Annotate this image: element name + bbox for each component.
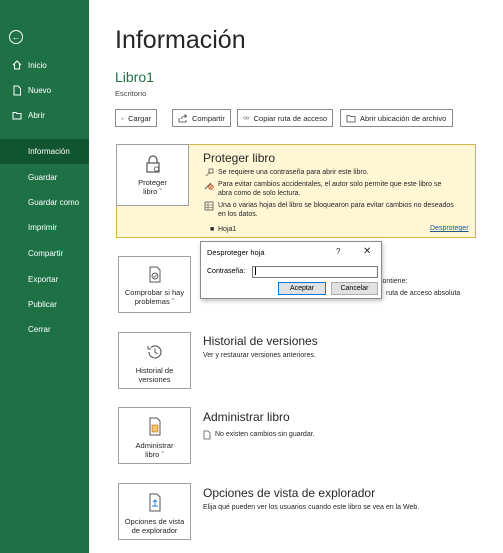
protect-line-text: Una o varias hojas del libro se bloquear… [218, 202, 454, 209]
sidebar-item-guardar[interactable]: Guardar [28, 173, 57, 182]
folder-open-icon [10, 111, 24, 120]
manage-description: No existen cambios sin guardar. [203, 430, 315, 440]
new-document-icon [10, 85, 24, 96]
protected-sheet-item: ■ Hoja1 [210, 225, 237, 234]
browser-view-icon [149, 493, 160, 512]
key-icon [204, 168, 214, 180]
backstage-sidebar: ← Inicio Nuevo Abrir Información Guardar… [0, 0, 89, 553]
browser-heading: Opciones de vista de explorador [203, 486, 376, 500]
unprotect-link[interactable]: Desproteger [430, 225, 469, 232]
version-history-button[interactable]: Historial de versiones [118, 332, 191, 389]
inspect-document-icon [149, 266, 160, 283]
accept-button[interactable]: Aceptar [278, 282, 326, 295]
protect-line-text: abra como de solo lectura. [218, 190, 301, 197]
page-title: Información [115, 26, 246, 54]
text-cursor [255, 267, 256, 275]
chevron-down-icon: ˇ [169, 297, 175, 306]
protect-line-password: Se requiere una contraseña para abrir es… [205, 168, 369, 177]
manage-heading: Administrar libro [203, 410, 290, 424]
cancel-button[interactable]: Cancelar [331, 282, 378, 295]
password-label: Contraseña: [207, 268, 246, 275]
tile-label-line: Administrar [135, 441, 174, 450]
manage-document-icon [149, 417, 160, 436]
protect-line-readonly: Para evitar cambios accidentales, el aut… [204, 180, 442, 198]
tile-label-line: Historial de [135, 366, 174, 375]
inspect-partial-text: ruta de acceso absoluta [386, 290, 461, 297]
sidebar-item-imprimir[interactable]: Imprimir [28, 223, 57, 232]
sidebar-item-cerrar[interactable]: Cerrar [28, 325, 51, 334]
upload-button-label: Cargar [128, 113, 151, 123]
sidebar-item-exportar[interactable]: Exportar [28, 275, 58, 284]
pencil-forbidden-icon [204, 180, 214, 193]
close-icon[interactable]: ✕ [363, 246, 371, 257]
protect-line-sheets: Una o varias hojas del libro se bloquear… [204, 201, 454, 219]
tile-label-line: Opciones de vista [124, 517, 185, 526]
versions-description: Ver y restaurar versiones anteriores. [203, 352, 316, 359]
history-clock-icon [147, 345, 162, 359]
chevron-down-icon: ˇ [157, 187, 162, 196]
sidebar-item-label: Nuevo [28, 85, 52, 95]
versions-heading: Historial de versiones [203, 334, 318, 348]
sidebar-item-nuevo[interactable]: Nuevo [0, 80, 89, 100]
upload-icon [121, 117, 124, 119]
inspect-partial-text: contiene: [379, 278, 408, 285]
document-status-icon [203, 430, 211, 444]
open-location-button[interactable]: Abrir ubicación de archivo [340, 109, 453, 127]
protect-line-text: Para evitar cambios accidentales, el aut… [218, 181, 442, 188]
help-icon[interactable]: ? [336, 247, 340, 256]
tile-label-line: de explorador [131, 526, 178, 535]
sidebar-item-label: Abrir [28, 110, 45, 120]
protect-heading: Proteger libro [203, 151, 276, 165]
tile-label-line: problemas [134, 297, 170, 306]
sidebar-item-label: Información [28, 147, 70, 156]
copy-path-button-label: Copiar ruta de acceso [253, 113, 327, 123]
chevron-down-icon: ˇ [159, 450, 164, 459]
tile-label-line: versiones [138, 375, 171, 384]
back-arrow-icon[interactable]: ← [9, 30, 23, 44]
share-icon [178, 113, 188, 122]
dialog-title: Desproteger hoja [207, 248, 265, 257]
workbook-name: Libro1 [115, 69, 154, 85]
tile-label-line: libro [145, 450, 160, 459]
password-field[interactable] [252, 266, 378, 278]
bullet-icon: ■ [210, 226, 215, 233]
workbook-location: Escritorio [115, 89, 147, 98]
open-location-button-label: Abrir ubicación de archivo [360, 113, 447, 123]
protect-workbook-button[interactable]: Proteger libro ˇ [116, 144, 189, 206]
share-button[interactable]: Compartir [172, 109, 231, 127]
share-button-label: Compartir [192, 113, 225, 123]
sidebar-item-informacion[interactable]: Información [0, 139, 89, 164]
manage-description-text: No existen cambios sin guardar. [215, 431, 315, 438]
home-icon [10, 60, 24, 70]
sidebar-item-publicar[interactable]: Publicar [28, 300, 57, 309]
link-icon [243, 116, 250, 120]
protected-sheet-name: Hoja1 [218, 226, 237, 233]
sidebar-item-guardar-como[interactable]: Guardar como [28, 198, 79, 207]
check-issues-button[interactable]: Comprobar si hay problemas ˇ [118, 256, 191, 313]
tile-label-line: Proteger [138, 178, 167, 187]
sidebar-item-compartir[interactable]: Compartir [28, 249, 63, 258]
browser-description: Elija qué pueden ver los usuarios cuando… [203, 504, 420, 511]
folder-icon [346, 114, 356, 122]
tile-label-line: Comprobar si hay [124, 288, 185, 297]
protect-line-text: Se requiere una contraseña para abrir es… [218, 169, 369, 176]
protect-line-text: en los datos. [218, 211, 258, 218]
sidebar-item-inicio[interactable]: Inicio [0, 55, 89, 75]
upload-button[interactable]: Cargar [115, 109, 157, 127]
lock-icon [145, 155, 160, 173]
copy-path-button[interactable]: Copiar ruta de acceso [237, 109, 333, 127]
tile-label-line: libro [143, 187, 158, 196]
browser-view-options-button[interactable]: Opciones de vista de explorador [118, 483, 191, 540]
locked-sheet-icon [204, 201, 214, 214]
manage-workbook-button[interactable]: Administrar libro ˇ [118, 407, 191, 464]
unprotect-sheet-dialog: Desproteger hoja ? ✕ Contraseña: Aceptar… [200, 241, 382, 299]
sidebar-item-label: Inicio [28, 60, 47, 70]
sidebar-item-abrir[interactable]: Abrir [0, 105, 89, 125]
